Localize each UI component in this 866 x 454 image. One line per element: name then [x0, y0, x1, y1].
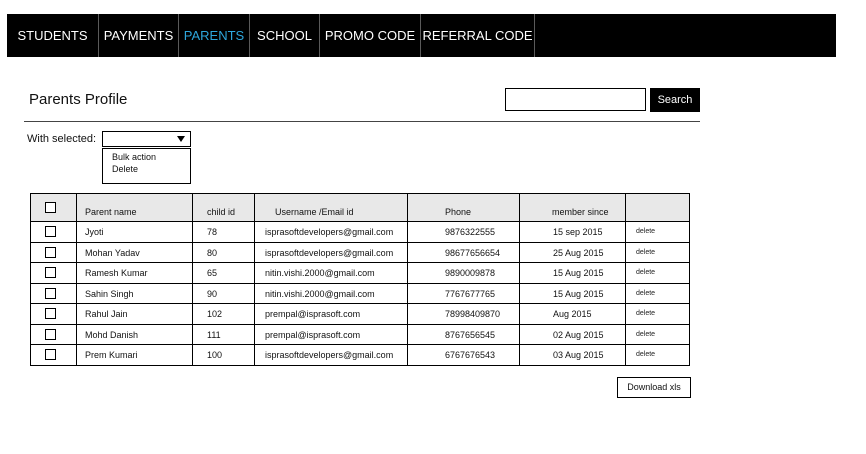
bulk-action-dropdown: Bulk action Delete — [102, 148, 191, 184]
cell-member-since: 03 Aug 2015 — [553, 350, 604, 360]
cell-child-id: 80 — [207, 247, 218, 258]
cell-email: isprasoftdevelopers@gmail.com — [265, 350, 394, 360]
divider — [24, 121, 700, 122]
cell-child-id: 65 — [207, 268, 218, 278]
delete-link[interactable]: delete — [636, 249, 655, 256]
cell-member-since: 15 Aug 2015 — [553, 288, 604, 299]
cell-email: prempal@isprasoft.com — [265, 309, 361, 319]
delete-link[interactable]: delete — [636, 331, 655, 338]
nav-item-parents[interactable]: PARENTS — [179, 14, 250, 57]
cell-parent-name: Rahul Jain — [85, 309, 128, 319]
cell-phone: 9890009878 — [445, 268, 496, 278]
column-divider — [519, 194, 520, 365]
row-divider — [31, 262, 689, 263]
row-checkbox[interactable] — [45, 328, 56, 340]
cell-child-id: 78 — [207, 227, 218, 237]
table-header: Parent name child id Username /Email id … — [31, 194, 689, 222]
cell-parent-name: Prem Kumari — [85, 350, 138, 360]
nav-item-students[interactable]: STUDENTS — [7, 14, 99, 57]
cell-phone: 6767676543 — [445, 350, 496, 360]
cell-member-since: Aug 2015 — [553, 309, 592, 319]
row-divider — [31, 344, 689, 345]
row-checkbox[interactable] — [45, 349, 56, 360]
cell-member-since: 15 sep 2015 — [553, 227, 603, 237]
cell-phone: 98677656654 — [445, 247, 501, 258]
row-checkbox[interactable] — [45, 308, 56, 319]
nav-item-payments[interactable]: PAYMENTS — [99, 14, 179, 57]
delete-link[interactable]: delete — [636, 269, 655, 276]
nav-item-promo-code[interactable]: PROMO CODE — [320, 14, 421, 57]
row-checkbox[interactable] — [45, 267, 56, 278]
column-divider — [192, 194, 193, 365]
row-divider — [31, 241, 689, 243]
page-title: Parents Profile — [29, 91, 128, 108]
cell-email: nitin.vishi.2000@gmail.com — [265, 268, 375, 278]
cell-phone: 8767656545 — [445, 329, 496, 340]
nav-item-school[interactable]: SCHOOL — [250, 14, 320, 57]
nav-item-referral-code[interactable]: REFERRAL CODE — [421, 14, 535, 57]
col-phone: Phone — [445, 207, 472, 217]
column-divider — [254, 194, 255, 365]
delete-link[interactable]: delete — [636, 290, 655, 297]
delete-link[interactable]: delete — [636, 310, 655, 317]
cell-parent-name: Mohan Yadav — [85, 247, 140, 258]
cell-email: isprasoftdevelopers@gmail.com — [265, 247, 394, 258]
search-input[interactable] — [505, 88, 646, 111]
row-checkbox[interactable] — [45, 287, 56, 299]
select-all-checkbox[interactable] — [45, 202, 56, 213]
parents-table: Parent name child id Username /Email id … — [30, 193, 690, 366]
cell-email: nitin.vishi.2000@gmail.com — [265, 288, 375, 299]
option-bulk-action[interactable]: Bulk action — [112, 152, 156, 162]
cell-email: isprasoftdevelopers@gmail.com — [265, 227, 394, 237]
cell-phone: 7767677765 — [445, 288, 496, 299]
row-divider — [31, 303, 689, 304]
cell-member-since: 15 Aug 2015 — [553, 268, 604, 278]
column-divider — [407, 194, 408, 365]
col-member-since: member since — [552, 207, 609, 217]
col-parent-name: Parent name — [85, 207, 137, 217]
cell-member-since: 25 Aug 2015 — [553, 247, 604, 258]
cell-parent-name: Jyoti — [85, 227, 104, 237]
cell-child-id: 102 — [207, 309, 223, 319]
bulk-action-select[interactable] — [102, 131, 191, 147]
column-divider — [76, 194, 77, 365]
cell-email: prempal@isprasoft.com — [265, 329, 361, 340]
cell-member-since: 02 Aug 2015 — [553, 329, 604, 340]
search-button[interactable]: Search — [650, 88, 700, 112]
cell-child-id: 90 — [207, 288, 218, 299]
cell-phone: 9876322555 — [445, 227, 496, 237]
caret-down-icon — [177, 136, 185, 142]
row-checkbox[interactable] — [45, 246, 56, 258]
top-nav: STUDENTS PAYMENTS PARENTS SCHOOL PROMO C… — [7, 14, 836, 57]
cell-phone: 78998409870 — [445, 309, 501, 319]
col-username-email: Username /Email id — [275, 207, 354, 217]
option-delete[interactable]: Delete — [112, 164, 138, 174]
download-xls-button[interactable]: Download xls — [617, 377, 691, 398]
row-divider — [31, 282, 689, 284]
delete-link[interactable]: delete — [636, 228, 655, 235]
col-child-id: child id — [207, 207, 236, 217]
cell-parent-name: Sahin Singh — [85, 288, 134, 299]
cell-child-id: 111 — [207, 329, 221, 340]
cell-parent-name: Ramesh Kumar — [85, 268, 148, 278]
cell-child-id: 100 — [207, 350, 223, 360]
column-divider — [625, 194, 626, 365]
row-checkbox[interactable] — [45, 226, 56, 237]
row-divider — [31, 323, 689, 325]
cell-parent-name: Mohd Danish — [85, 329, 139, 340]
delete-link[interactable]: delete — [636, 351, 655, 358]
with-selected-label: With selected: — [27, 133, 97, 145]
